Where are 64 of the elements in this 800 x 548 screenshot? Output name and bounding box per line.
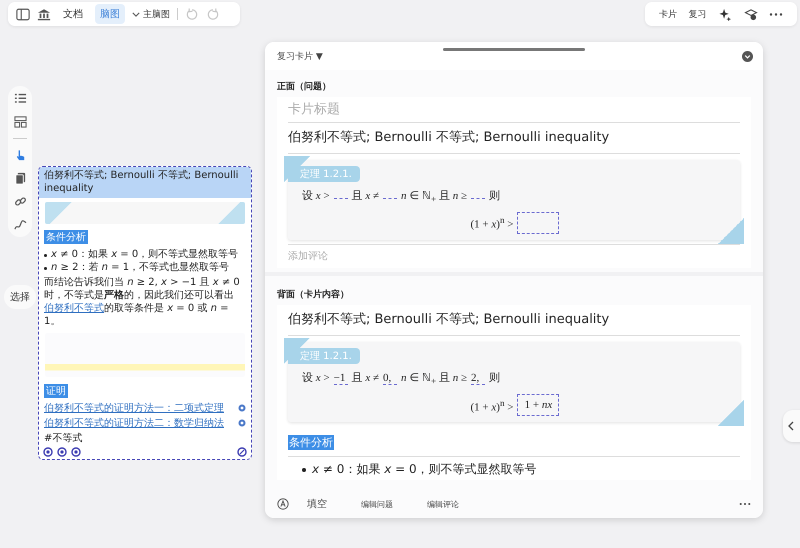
theorem-text: n ∈ ℕ$_{+}$ 且 n ≥	[401, 371, 468, 386]
bullet-text: x ≠ 0：如果 x = 0，则不等式显然取等号	[51, 248, 238, 261]
card-title: 伯努利不等式; Bernoulli 不等式; Bernoulli inequality	[288, 123, 740, 154]
caret-icon	[132, 12, 140, 16]
toolbar-button[interactable]: 编辑问题	[361, 498, 393, 510]
view-tab[interactable]: 脑图	[95, 4, 125, 24]
link-node-icon[interactable]	[238, 419, 246, 427]
text-circle-icon[interactable]	[277, 498, 289, 510]
view-tab[interactable]: 文档	[58, 4, 88, 24]
link-node-icon[interactable]	[238, 404, 246, 412]
theorem-text: 设 x >	[302, 189, 330, 203]
cloze-answer-box[interactable]	[517, 212, 560, 234]
tag-label: 证明	[44, 384, 68, 398]
cloze-answer[interactable]: 0,	[383, 372, 398, 386]
bullet-icon	[44, 254, 47, 257]
sparkle-icon[interactable]	[718, 8, 732, 20]
list-icon[interactable]	[14, 92, 26, 105]
cloze-answer[interactable]: 2,	[471, 372, 486, 386]
inline-link[interactable]: 伯努利不等式	[44, 303, 104, 314]
bullet-icon	[302, 468, 306, 472]
toolbar-button[interactable]: 卡片	[658, 8, 677, 20]
pages-icon[interactable]	[14, 172, 26, 185]
squiggle-icon[interactable]	[14, 218, 26, 231]
toolbar-button[interactable]: 编辑评论	[427, 498, 459, 510]
theorem-text: 且 x ≠	[352, 371, 380, 386]
chevron-down-icon[interactable]	[742, 50, 753, 62]
bank-icon[interactable]	[37, 8, 51, 20]
link-icon[interactable]	[14, 195, 26, 208]
paragraph-text: 而结论告诉我们当 n ≥ 2, x > −1 且 x ≠ 0 时，不等式是严格的，因此我们还可以看出 伯努利不等式的取等条件是 x = 0 或 n = 1。	[44, 276, 241, 328]
theorem-text: 则	[489, 189, 500, 203]
chevron-left-icon	[788, 421, 794, 431]
toolbar-button[interactable]: 填空	[307, 497, 327, 511]
card-title: 伯努利不等式; Bernoulli 不等式; Bernoulli inequality	[39, 167, 251, 198]
theorem-text: 且 x ≠	[352, 189, 380, 203]
panel-title-dropdown[interactable]: 复习卡片 ▼	[277, 50, 323, 62]
inequality-text: (1 + x)$^{n}$ >	[470, 215, 514, 232]
cloze-answer-box[interactable]: 1 + nx	[517, 394, 560, 416]
map-selector[interactable]: 主脑图	[132, 8, 170, 20]
side-panel-tab[interactable]	[783, 410, 800, 442]
highlighted-heading: 条件分析	[288, 435, 334, 450]
bullet-icon	[44, 267, 47, 270]
theorem-text: 则	[489, 371, 500, 386]
sidebar-icon[interactable]	[16, 8, 30, 20]
section-heading: 正面（问题）	[277, 80, 332, 93]
card-title: 伯努利不等式; Bernoulli 不等式; Bernoulli inequality	[288, 305, 740, 336]
link-text[interactable]: 伯努利不等式的证明方法二：数学归纳法	[44, 416, 224, 430]
tag-label: 条件分析	[44, 230, 88, 244]
bullet-text: x ≠ 0：如果 x = 0，则不等式显然取等号	[312, 461, 537, 478]
theorem-text: n ∈ ℕ$_{+}$ 且 n ≥	[401, 189, 468, 204]
hashtag-text: #不等式	[44, 432, 84, 445]
resize-handle-icon[interactable]	[237, 447, 247, 457]
drag-handle[interactable]	[443, 48, 585, 51]
shapes-icon[interactable]	[14, 115, 26, 128]
mindmap-card[interactable]	[38, 166, 252, 460]
link-text[interactable]: 伯努利不等式的证明方法一：二项式定理	[44, 401, 224, 415]
cloze-answer[interactable]: −1	[334, 372, 348, 386]
bullet-text: n ≥ 2：若 n = 1，不等式也显然取等号	[51, 261, 230, 274]
inequality-text: (1 + x)$^{n}$ >	[470, 398, 514, 414]
section-heading: 背面（卡片内容）	[277, 288, 350, 302]
toolbar-button[interactable]: 复习	[688, 8, 706, 20]
theorem-label: 定理 1.2.1.	[288, 166, 360, 182]
theorem-label: 定理 1.2.1.	[288, 348, 360, 364]
select-button[interactable]: 选择	[4, 285, 36, 309]
theorem-text: 设 x >	[302, 371, 330, 386]
